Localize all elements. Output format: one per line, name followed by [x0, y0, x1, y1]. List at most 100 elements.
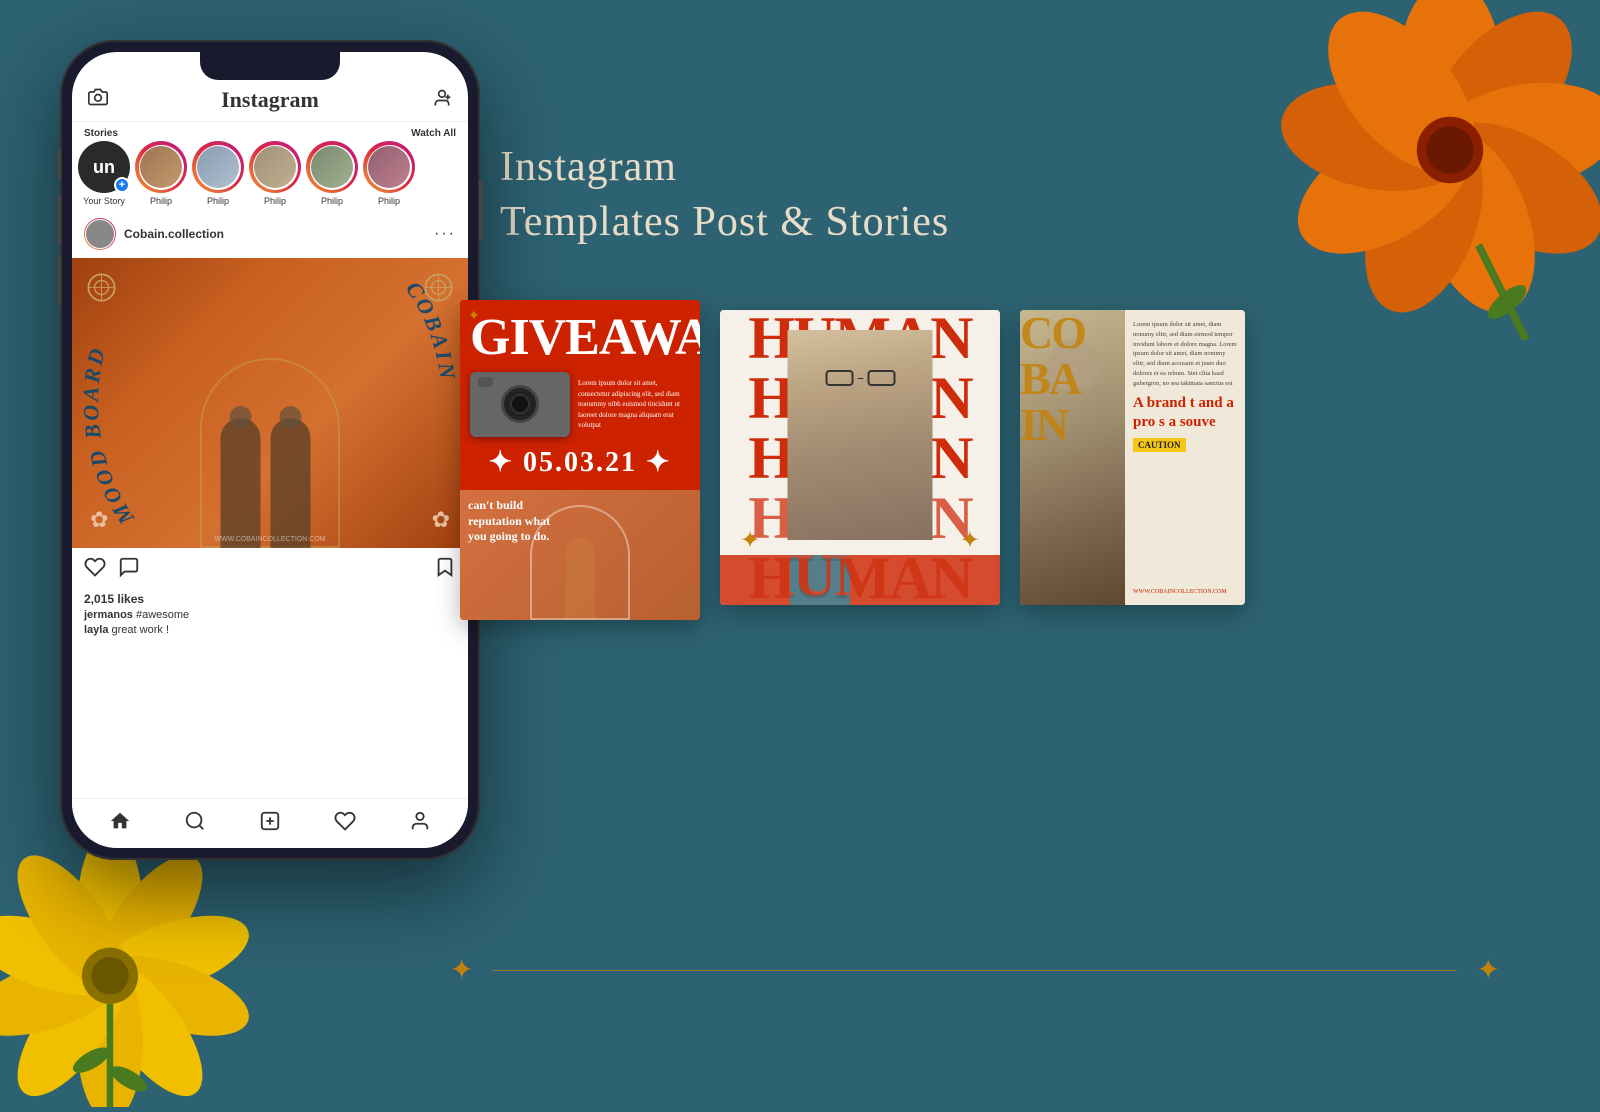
camera-shape [470, 372, 570, 437]
camera-lens-inner [510, 394, 530, 414]
giveaway-text-block: Lorem ipsum dolor sit amet, consectetur … [578, 378, 690, 431]
cobain-card-bg: COBAIN Lorem ipsum dolor sit amet, diam … [1020, 310, 1245, 605]
post-more-button[interactable]: ··· [434, 225, 456, 243]
header-title: Instagram Templates Post & Stories [500, 140, 949, 249]
story-ring-5 [363, 141, 415, 193]
story-ring-inner-3 [253, 145, 298, 190]
post-url: WWW.COBAINCOLLECTION.COM [214, 536, 325, 543]
comment-button[interactable] [118, 556, 140, 584]
giveaway-card-bg: ✦ GIVEAWAY Lorem ipsum dolor sit amet, c… [460, 300, 700, 620]
instagram-bottom-nav [72, 798, 468, 848]
story-ring-1 [135, 141, 187, 193]
header-section: Instagram Templates Post & Stories [500, 140, 949, 249]
story-avatar-img-5 [368, 146, 410, 188]
cobain-lorem-text: Lorem ipsum dolor sit amet, diam nonumy … [1133, 320, 1237, 388]
story-item-5[interactable]: Philip [363, 141, 415, 206]
rose-left: ✿ [90, 507, 108, 533]
caption-text2: great work ! [112, 624, 169, 636]
template-card-giveaway: ✦ GIVEAWAY Lorem ipsum dolor sit amet, c… [460, 300, 700, 620]
giveaway-figure [565, 538, 595, 618]
heart-nav-button[interactable] [334, 810, 356, 838]
human-card-bg: HUMAN HUMAN HUMAN HUMAN HUMAN [720, 310, 1000, 605]
post-avatar-img [85, 219, 115, 249]
camera-icon[interactable] [88, 87, 108, 113]
watch-all-label[interactable]: Watch All [411, 128, 456, 139]
stories-top-bar: Stories Watch All [78, 126, 462, 141]
story-ring-inner-1 [139, 145, 184, 190]
phone-volume-down-button [57, 255, 61, 305]
instagram-app: Instagram Stories Watch All [72, 52, 468, 848]
stories-row: un + Your Story Phi [78, 141, 462, 206]
phone-notch [200, 52, 340, 80]
cobain-left-text: COBAIN [1020, 310, 1085, 448]
caption-hashtag: #awesome [136, 609, 189, 621]
human-text-bottom: HUMAN [720, 550, 1000, 601]
cobain-statue-area: COBAIN [1020, 310, 1125, 605]
add-nav-button[interactable] [259, 810, 281, 838]
post-image: MOOD BOARD COBAIN [72, 258, 468, 548]
your-story-item[interactable]: un + Your Story [78, 141, 130, 206]
cobain-url: WWW.COBAINCOLLECTION.COM [1133, 589, 1237, 595]
story-item-1[interactable]: Philip [135, 141, 187, 206]
phone-mute-button [57, 150, 61, 180]
flower-orange-decoration [1260, 0, 1600, 340]
giveaway-star-tl: ✦ [468, 308, 480, 325]
figure-2-head [280, 406, 302, 428]
human-photo-frame [788, 330, 933, 540]
glasses-left [825, 370, 853, 386]
template-card-human: HUMAN HUMAN HUMAN HUMAN HUMAN [720, 310, 1000, 605]
cobain-brand-text: A brand t and a pro s a souve [1133, 394, 1237, 432]
story-label-5: Philip [378, 196, 400, 206]
phone-mockup: Instagram Stories Watch All [60, 40, 480, 860]
caption-user2: layla [84, 624, 108, 636]
figure-1 [221, 418, 261, 548]
story-ring-3 [249, 141, 301, 193]
bottom-decoration: ✦ ✦ [450, 953, 1500, 987]
phone-volume-up-button [57, 195, 61, 245]
phone-screen: Instagram Stories Watch All [72, 52, 468, 848]
caption-user1: jermanos [84, 609, 133, 621]
story-avatar-img-1 [140, 146, 182, 188]
bottom-line [493, 970, 1456, 971]
post-caption: jermanos #awesome layla great work ! [72, 608, 468, 639]
story-ring-2 [192, 141, 244, 193]
post-actions-left [84, 556, 140, 584]
your-story-avatar: un + [78, 141, 130, 193]
stories-section: Stories Watch All un + Your Story [72, 122, 468, 210]
cobain-right-content: Lorem ipsum dolor sit amet, diam nonumy … [1125, 310, 1245, 605]
giveaway-date: ✦ 05.03.21 ✦ [460, 442, 700, 482]
figure-2 [271, 418, 311, 548]
caution-badge: CAUTION [1133, 438, 1186, 452]
your-story-label: Your Story [83, 196, 125, 206]
bottom-star-left: ✦ [450, 953, 473, 987]
post-username[interactable]: Cobain.collection [124, 227, 426, 241]
glasses-bridge [857, 378, 863, 379]
giveaway-quote: can't build reputation what you going to… [468, 498, 568, 545]
template-cards-section: ✦ GIVEAWAY Lorem ipsum dolor sit amet, c… [460, 300, 1245, 620]
human-bottom-bar: HUMAN [720, 555, 1000, 605]
bookmark-button[interactable] [434, 556, 456, 584]
story-avatar-img-3 [254, 146, 296, 188]
story-item-3[interactable]: Philip [249, 141, 301, 206]
like-button[interactable] [84, 556, 106, 584]
story-avatar-img-2 [197, 146, 239, 188]
post-actions [72, 548, 468, 592]
glasses [825, 370, 895, 386]
add-friend-icon[interactable] [432, 88, 452, 113]
instagram-logo: Instagram [221, 87, 319, 113]
rose-right: ✿ [432, 507, 450, 533]
template-card-cobain: COBAIN Lorem ipsum dolor sit amet, diam … [1020, 310, 1245, 605]
story-label-3: Philip [264, 196, 286, 206]
profile-nav-button[interactable] [409, 810, 431, 838]
story-ring-inner-5 [367, 145, 412, 190]
search-nav-button[interactable] [184, 810, 206, 838]
camera-viewfinder [478, 377, 493, 387]
human-person-bg [788, 330, 933, 540]
story-item-4[interactable]: Philip [306, 141, 358, 206]
phone-outer-shell: Instagram Stories Watch All [60, 40, 480, 860]
story-label-1: Philip [150, 196, 172, 206]
home-nav-button[interactable] [109, 810, 131, 838]
story-label-4: Philip [321, 196, 343, 206]
giveaway-figures [565, 538, 595, 618]
story-item-2[interactable]: Philip [192, 141, 244, 206]
